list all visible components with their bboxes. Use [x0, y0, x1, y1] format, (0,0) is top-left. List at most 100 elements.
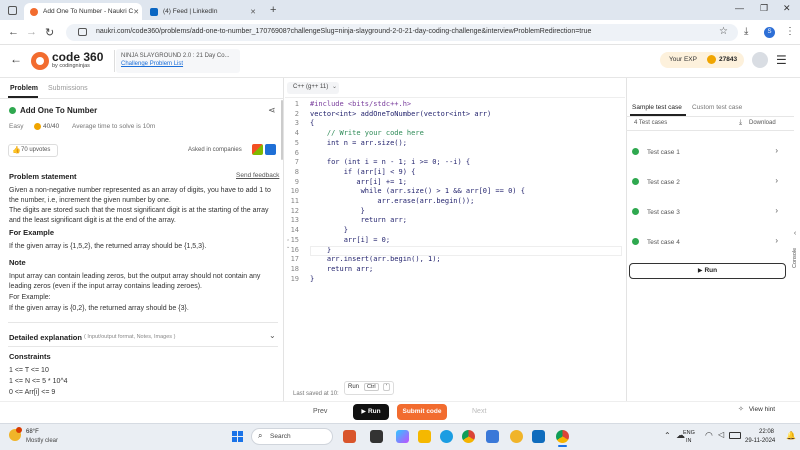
send-feedback-link[interactable]: Send feedback [236, 172, 279, 179]
test-case-row[interactable]: Test case 4 › [632, 236, 782, 251]
download-icon[interactable]: ⤓ [744, 26, 748, 37]
user-avatar[interactable] [752, 52, 768, 68]
browser-tab-linkedin[interactable]: (4) Feed | LinkedIn ✕ [144, 3, 262, 20]
store-icon[interactable] [486, 430, 499, 443]
submit-code-button[interactable]: Submit code [397, 404, 447, 420]
code-line[interactable]: arr.insert(arr.begin(), 1); [310, 255, 525, 265]
code-line[interactable]: arr[i] += 1; [310, 178, 525, 188]
bookmark-star-icon[interactable]: ☆ [719, 26, 728, 37]
clock-time[interactable]: 22:08 [759, 429, 774, 435]
system-tray-chevron-icon[interactable]: ⌃ [664, 431, 671, 440]
test-case-row[interactable]: Test case 3 › [632, 206, 782, 221]
restore-icon[interactable]: ❐ [760, 3, 768, 14]
chevron-down-icon[interactable]: ⌄ [269, 331, 276, 340]
exp-value: 27843 [719, 56, 738, 63]
file-explorer-icon[interactable] [418, 430, 431, 443]
code360-logo[interactable]: code 360 by codingninjas [31, 50, 111, 72]
new-tab-icon[interactable]: + [270, 4, 276, 16]
wifi-icon[interactable]: ◠ [705, 430, 713, 441]
hamburger-menu-icon[interactable]: ☰ [776, 53, 787, 67]
problem-statement-heading: Problem statement [9, 172, 77, 181]
logo-sub-text: by codingninjas [52, 63, 90, 69]
reload-icon[interactable]: ↻ [45, 26, 54, 39]
edge-icon[interactable] [440, 430, 453, 443]
battery-icon[interactable] [729, 432, 741, 439]
download-test-icon[interactable]: ⤓ [739, 119, 742, 127]
code-line[interactable]: arr[i] = 0; [310, 236, 525, 246]
test-case-row[interactable]: Test case 2 › [632, 176, 782, 191]
browser-tab-active[interactable]: Add One To Number - Naukri C ✕ [24, 3, 142, 20]
run-tests-button[interactable]: ▶ Run [629, 263, 786, 279]
site-info-icon[interactable] [78, 28, 87, 36]
test-case-label: Test case 4 [646, 239, 680, 246]
code-line[interactable]: int n = arr.size(); [310, 139, 525, 149]
line-number: 7 [294, 158, 299, 167]
code-line[interactable] [310, 149, 525, 159]
tooltip-key-quote: ' [383, 383, 391, 391]
tab-custom-test-case[interactable]: Custom test case [692, 104, 742, 111]
code-line[interactable]: if (arr[i] < 9) { [310, 168, 525, 178]
run-button[interactable]: ▶ Run [353, 404, 389, 420]
close-tab-icon[interactable]: ✕ [250, 8, 256, 16]
code-line[interactable]: } [310, 207, 525, 217]
chrome-icon[interactable] [462, 430, 475, 443]
window-close-icon[interactable]: ✕ [783, 3, 791, 14]
notification-icon[interactable]: 🔔 [786, 431, 796, 440]
taskbar-search-box[interactable] [251, 428, 333, 445]
company-logo-icon [252, 144, 263, 155]
header-divider [114, 50, 115, 72]
app-back-icon[interactable]: ← [10, 52, 22, 66]
code-text-area[interactable]: #include <bits/stdc++.h> vector<int> addO… [310, 100, 525, 284]
company-logo-icon-2 [265, 144, 276, 155]
line-number: 4 [294, 129, 299, 138]
forward-icon[interactable]: → [26, 26, 37, 38]
score-value: 40/40 [43, 123, 60, 130]
share-icon[interactable]: ⋖ [268, 105, 276, 116]
task-view-icon[interactable] [370, 430, 383, 443]
linkedin-favicon-icon [150, 7, 158, 16]
windows-start-icon[interactable] [232, 431, 243, 442]
code-line[interactable]: } [310, 275, 525, 285]
challenge-problem-list-link[interactable]: Challenge Problem List [121, 61, 183, 67]
clock-date: 29-11-2024 [745, 438, 776, 444]
code-line[interactable]: while (arr.size() > 1 && arr[0] == 0) { [310, 187, 525, 197]
code-line[interactable]: return arr; [310, 265, 525, 275]
run-tests-label: Run [704, 267, 718, 274]
prev-button[interactable]: Prev [313, 408, 327, 415]
close-tab-icon[interactable]: ✕ [133, 8, 139, 16]
view-hint-button[interactable]: ✧ View hint [738, 405, 792, 419]
lang-line-1[interactable]: ENG [683, 430, 695, 436]
line-number: 9 [294, 177, 299, 186]
console-toggle[interactable]: ‹ Console [790, 230, 800, 270]
line-number: 2 [294, 109, 299, 118]
code-line[interactable]: vector<int> addOneToNumber(vector<int> a… [310, 110, 525, 120]
code-line[interactable]: arr.erase(arr.begin()); [310, 197, 525, 207]
taskbar-app-icon[interactable] [343, 430, 356, 443]
fold-icon[interactable]: ⌃ ⌄ [286, 240, 290, 250]
next-button[interactable]: Next [472, 408, 486, 415]
tab-problem[interactable]: Problem [10, 85, 38, 92]
volume-icon[interactable]: ◁ [718, 430, 724, 439]
code-line[interactable]: for (int i = n - 1; i >= 0; --i) { [310, 158, 525, 168]
chrome-active-icon[interactable] [556, 430, 569, 443]
browser-menu-icon[interactable]: ⋮ [785, 26, 795, 37]
tab-submissions[interactable]: Submissions [48, 85, 88, 92]
tab-sample-test-case[interactable]: Sample test case [632, 104, 682, 111]
app-icon-yellow[interactable] [510, 430, 523, 443]
exp-label: Your EXP [669, 56, 697, 63]
copilot-icon[interactable] [396, 430, 409, 443]
download-link[interactable]: Download [749, 120, 776, 126]
minimize-icon[interactable]: — [735, 3, 744, 13]
outlook-icon[interactable] [532, 430, 545, 443]
code-line[interactable]: { [310, 119, 525, 129]
code-line[interactable]: // Write your code here [310, 129, 525, 139]
code-line[interactable]: #include <bits/stdc++.h> [310, 100, 525, 110]
back-icon[interactable]: ← [8, 26, 19, 38]
test-case-row[interactable]: Test case 1 › [632, 146, 782, 161]
challenge-title: NINJA SLAYGROUND 2.0 : 21 Day Co... [121, 53, 230, 59]
code-line[interactable]: return arr; [310, 216, 525, 226]
panel-scrollbar[interactable] [281, 100, 283, 160]
tab-search-icon[interactable] [8, 6, 17, 15]
profile-avatar[interactable]: S [764, 27, 775, 38]
code-line[interactable]: } [310, 226, 525, 236]
